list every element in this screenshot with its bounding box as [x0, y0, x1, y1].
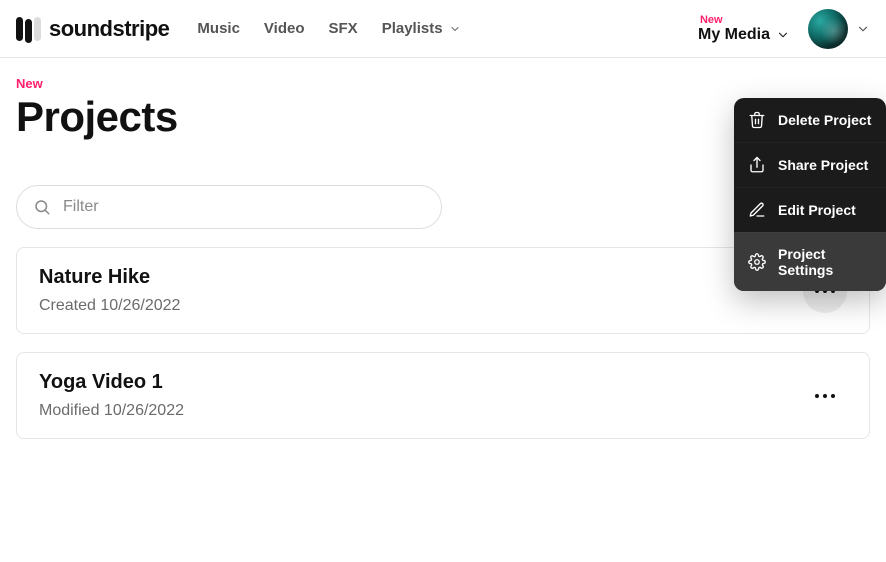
primary-nav: Music Video SFX Playlists — [197, 20, 460, 37]
pencil-icon — [748, 201, 766, 219]
brand-mark-icon — [16, 17, 41, 41]
nav-playlists[interactable]: Playlists — [382, 20, 461, 37]
nav-playlists-label: Playlists — [382, 20, 443, 37]
gear-icon — [748, 253, 766, 271]
menu-edit-label: Edit Project — [778, 202, 856, 218]
menu-settings-label: Project Settings — [778, 246, 872, 278]
app-header: soundstripe Music Video SFX Playlists Ne… — [0, 0, 886, 58]
search-icon — [33, 198, 51, 216]
project-card[interactable]: Yoga Video 1 Modified 10/26/2022 — [16, 352, 870, 439]
project-meta: Created 10/26/2022 — [39, 297, 180, 315]
my-media-menu[interactable]: New My Media — [698, 15, 790, 43]
menu-delete-label: Delete Project — [778, 112, 871, 128]
menu-edit-project[interactable]: Edit Project — [734, 187, 886, 232]
trash-icon — [748, 111, 766, 129]
brand-logo[interactable]: soundstripe — [16, 16, 169, 42]
page-content: New Projects Delete Project Share Projec… — [0, 58, 886, 439]
share-icon — [748, 156, 766, 174]
menu-project-settings[interactable]: Project Settings — [734, 232, 886, 291]
filter-input-wrap[interactable] — [16, 185, 442, 229]
project-title: Yoga Video 1 — [39, 371, 184, 394]
project-meta: Modified 10/26/2022 — [39, 402, 184, 420]
account-menu[interactable] — [808, 9, 870, 49]
bottom-fade — [0, 532, 886, 562]
chevron-down-icon — [776, 28, 790, 42]
chevron-down-icon — [856, 22, 870, 36]
nav-music[interactable]: Music — [197, 20, 240, 37]
nav-sfx[interactable]: SFX — [329, 20, 358, 37]
nav-video[interactable]: Video — [264, 20, 305, 37]
page-tag: New — [16, 76, 870, 91]
avatar — [808, 9, 848, 49]
more-dots-icon — [815, 394, 835, 398]
filter-input[interactable] — [63, 198, 425, 216]
menu-share-label: Share Project — [778, 157, 868, 173]
project-more-button[interactable] — [803, 374, 847, 418]
menu-delete-project[interactable]: Delete Project — [734, 98, 886, 142]
project-title: Nature Hike — [39, 266, 180, 289]
project-context-menu: Delete Project Share Project Edit Projec… — [734, 98, 886, 291]
brand-name: soundstripe — [49, 16, 169, 42]
my-media-label: My Media — [698, 27, 770, 43]
chevron-down-icon — [449, 23, 461, 35]
my-media-tag: New — [700, 15, 723, 26]
menu-share-project[interactable]: Share Project — [734, 142, 886, 187]
